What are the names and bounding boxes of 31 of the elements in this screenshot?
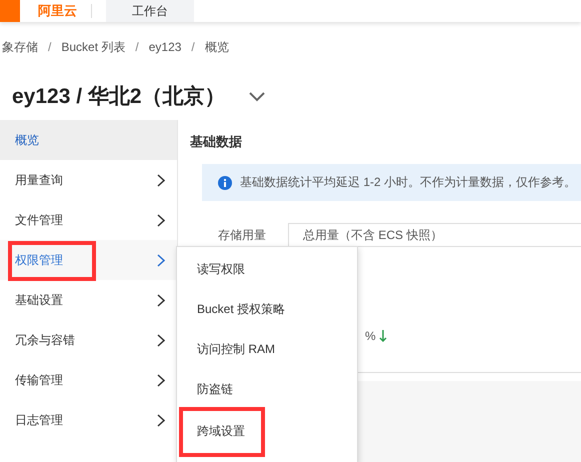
- info-icon: [218, 176, 232, 190]
- breadcrumb-separator: /: [48, 40, 52, 54]
- logo-icon: [0, 0, 20, 22]
- arrow-down-icon: [378, 330, 387, 342]
- submenu-item[interactable]: 防盗链: [177, 369, 357, 409]
- page-title: ey123 / 华北2（北京）: [12, 84, 226, 110]
- storage-label: 存储用量: [218, 227, 267, 244]
- workbench-button[interactable]: 工作台: [106, 0, 194, 22]
- submenu-item[interactable]: 访问控制 RAM: [177, 329, 357, 369]
- chevron-down-icon[interactable]: [248, 90, 266, 102]
- change-value: %: [365, 329, 376, 343]
- submenu-item[interactable]: Bucket 授权策略: [177, 289, 357, 329]
- submenu-item[interactable]: 跨域设置: [177, 409, 357, 453]
- breadcrumb-link[interactable]: Bucket 列表: [61, 38, 126, 56]
- sidebar-item[interactable]: 用量查询: [0, 160, 177, 200]
- breadcrumb-link[interactable]: 概览: [204, 38, 229, 56]
- sidebar-item[interactable]: 权限管理: [0, 240, 177, 280]
- breadcrumb-separator: /: [191, 40, 195, 54]
- logo-text: 阿里云: [38, 2, 77, 20]
- breadcrumb-separator: /: [135, 40, 139, 54]
- breadcrumb-link[interactable]: 象存储: [2, 38, 38, 56]
- sidebar-item[interactable]: 基础设置: [0, 280, 177, 320]
- submenu-item[interactable]: 读写权限: [177, 249, 357, 289]
- info-text: 基础数据统计平均延迟 1-2 小时。不作为计量数据，仅作参考。: [240, 174, 576, 191]
- sidebar-item[interactable]: 冗余与容错: [0, 320, 177, 360]
- sidebar-item[interactable]: 概览: [0, 120, 177, 160]
- breadcrumb-link[interactable]: ey123: [148, 40, 182, 54]
- sidebar-item[interactable]: 文件管理: [0, 200, 177, 240]
- sidebar-item[interactable]: 日志管理: [0, 400, 177, 440]
- section-heading: 基础数据: [190, 133, 243, 151]
- sidebar-item[interactable]: 传输管理: [0, 360, 177, 400]
